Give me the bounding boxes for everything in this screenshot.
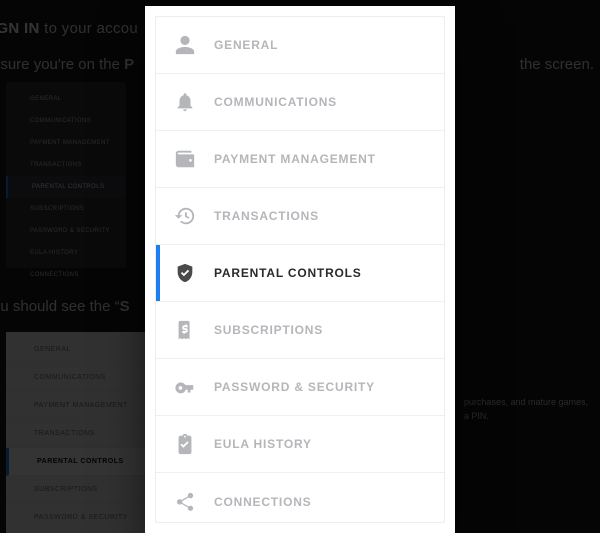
settings-menu-modal: GENERAL COMMUNICATIONS PAYMENT MANAGEMENT T… xyxy=(145,6,455,533)
menu-item-eula-history[interactable]: EULA HISTORY xyxy=(156,416,444,473)
menu-item-parental-controls[interactable]: PARENTAL CONTROLS xyxy=(156,245,444,302)
menu-item-general[interactable]: GENERAL xyxy=(156,17,444,74)
shield-check-icon xyxy=(174,262,196,284)
menu-item-label: PAYMENT MANAGEMENT xyxy=(214,152,376,166)
menu-item-label: TRANSACTIONS xyxy=(214,209,319,223)
menu-item-label: PASSWORD & SECURITY xyxy=(214,380,375,394)
menu-item-communications[interactable]: COMMUNICATIONS xyxy=(156,74,444,131)
settings-menu: GENERAL COMMUNICATIONS PAYMENT MANAGEMENT T… xyxy=(155,16,445,523)
wallet-icon xyxy=(174,148,196,170)
history-icon xyxy=(174,205,196,227)
menu-item-label: GENERAL xyxy=(214,38,278,52)
menu-item-subscriptions[interactable]: SUBSCRIPTIONS xyxy=(156,302,444,359)
menu-item-label: CONNECTIONS xyxy=(214,495,311,509)
key-icon xyxy=(174,376,196,398)
share-icon xyxy=(174,491,196,513)
menu-item-label: PARENTAL CONTROLS xyxy=(214,266,362,280)
clipboard-icon xyxy=(174,433,196,455)
menu-item-password-security[interactable]: PASSWORD & SECURITY xyxy=(156,359,444,416)
menu-item-transactions[interactable]: TRANSACTIONS xyxy=(156,188,444,245)
bell-icon xyxy=(174,91,196,113)
menu-item-label: COMMUNICATIONS xyxy=(214,95,337,109)
menu-item-connections[interactable]: CONNECTIONS xyxy=(156,473,444,523)
receipt-icon xyxy=(174,319,196,341)
menu-item-label: SUBSCRIPTIONS xyxy=(214,323,323,337)
person-icon xyxy=(174,34,196,56)
menu-item-payment-management[interactable]: PAYMENT MANAGEMENT xyxy=(156,131,444,188)
menu-item-label: EULA HISTORY xyxy=(214,437,312,451)
